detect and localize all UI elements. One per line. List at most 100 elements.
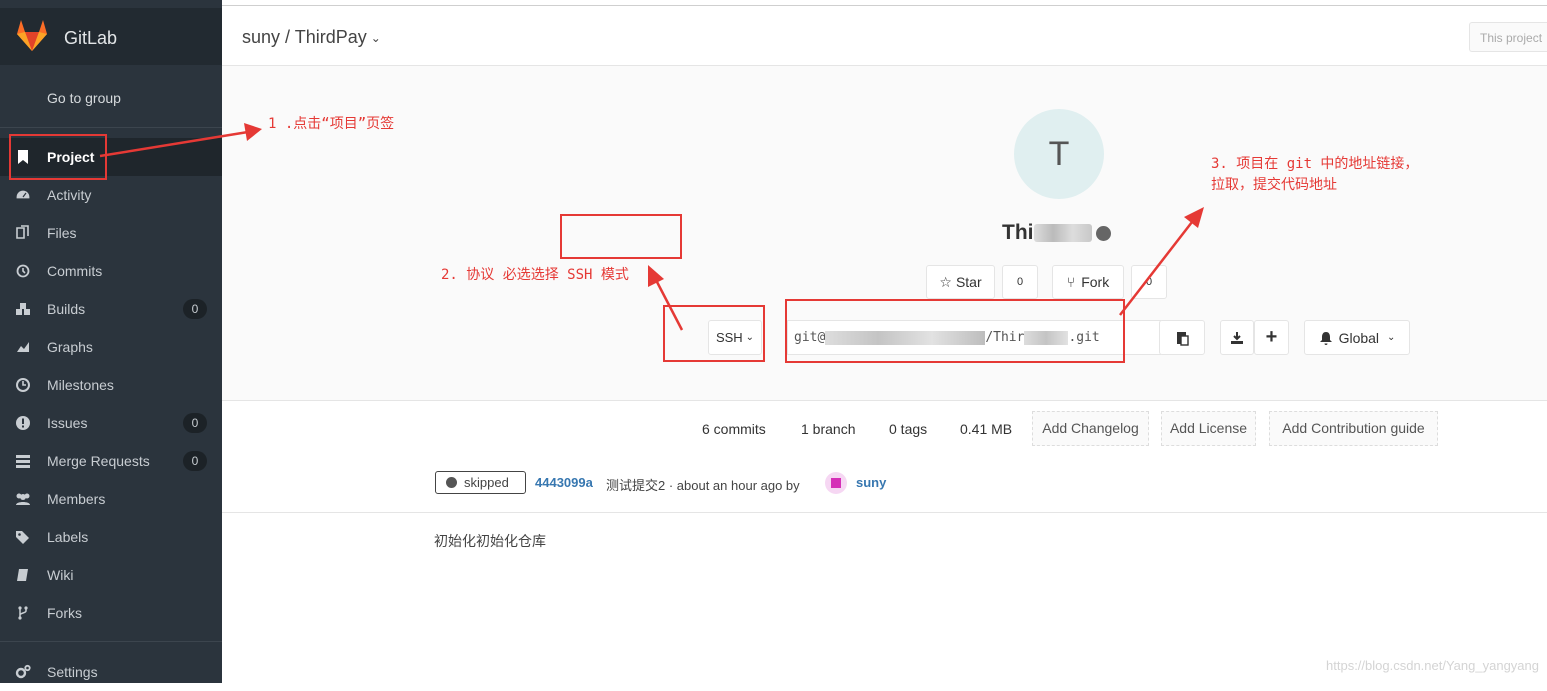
issues-count-badge: 0 xyxy=(183,413,207,433)
plus-icon: + xyxy=(1265,326,1278,348)
files-icon xyxy=(16,225,29,239)
code-fork-icon: ⑂ xyxy=(1066,274,1076,290)
tasks-icon xyxy=(16,455,30,468)
annotation-box-ssh xyxy=(663,305,765,362)
branch-count-link[interactable]: 1 branch xyxy=(801,421,855,437)
cubes-icon xyxy=(16,303,30,315)
chevron-down-icon: ⌄ xyxy=(370,31,381,46)
commit-message: 测试提交2 · about an hour ago by xyxy=(606,478,800,493)
go-to-group-link[interactable]: Go to group xyxy=(47,90,121,106)
readme-content: 初始化初始化仓库 xyxy=(434,533,546,549)
sidebar-item-label: Graphs xyxy=(47,339,93,355)
sidebar-item-label: Builds xyxy=(47,301,86,317)
gitlab-logo-icon xyxy=(17,20,47,51)
star-label: Star xyxy=(955,274,982,290)
sidebar-item-label: Merge Requests xyxy=(47,453,150,469)
redacted-blur xyxy=(1033,224,1092,243)
last-commit-row: skipped 4443099a 测试提交2 · about an hour a… xyxy=(222,456,1547,513)
breadcrumb[interactable]: suny / ThirdPay ⌄ xyxy=(242,27,381,48)
clock-icon xyxy=(16,378,30,392)
sidebar-item-settings[interactable]: Settings xyxy=(0,653,222,691)
author-link[interactable]: suny xyxy=(856,475,886,490)
star-button[interactable]: ☆ Star xyxy=(926,265,995,299)
fork-button[interactable]: ⑂ Fork xyxy=(1052,265,1124,299)
repo-size: 0.41 MB xyxy=(960,421,1013,437)
sidebar-item-label: Milestones xyxy=(47,377,114,393)
sidebar-item-forks[interactable]: Forks xyxy=(0,594,222,632)
bell-icon xyxy=(1319,331,1332,345)
notification-dropdown[interactable]: Global ⌄ xyxy=(1304,320,1410,355)
users-icon xyxy=(16,493,30,505)
clipboard-icon xyxy=(1177,331,1189,346)
sidebar-item-files[interactable]: Files xyxy=(0,214,222,252)
fork-count[interactable]: 0 xyxy=(1131,265,1167,299)
sidebar-item-merge-requests[interactable]: Merge Requests 0 xyxy=(0,442,222,480)
exclamation-circle-icon xyxy=(16,416,30,430)
annotation-step3-line2: 拉取，提交代码地址 xyxy=(1211,177,1337,193)
sidebar-item-issues[interactable]: Issues 0 xyxy=(0,404,222,442)
annotation-step1: 1 .点击“项目”页签 xyxy=(268,116,395,132)
sidebar-item-label: Forks xyxy=(47,605,82,621)
commit-sha-link[interactable]: 4443099a xyxy=(535,475,593,490)
copy-url-button[interactable] xyxy=(1159,320,1205,355)
dashboard-icon xyxy=(15,189,31,200)
fork-label: Fork xyxy=(1081,274,1110,290)
add-license-button[interactable]: Add License xyxy=(1161,411,1256,446)
app-name: GitLab xyxy=(64,28,118,48)
sidebar-item-label: Labels xyxy=(47,529,89,545)
ci-status-badge[interactable]: skipped xyxy=(435,471,526,494)
add-new-button[interactable]: + xyxy=(1254,320,1289,355)
sidebar-item-milestones[interactable]: Milestones xyxy=(0,366,222,404)
star-count[interactable]: 0 xyxy=(1002,265,1038,299)
chevron-down-icon: ⌄ xyxy=(1387,332,1396,343)
annotation-box-project xyxy=(9,134,107,180)
ci-status-label: skipped xyxy=(464,475,509,490)
tags-count-link[interactable]: 0 tags xyxy=(889,421,927,437)
project-avatar: T xyxy=(1014,109,1104,199)
add-contribution-guide-button[interactable]: Add Contribution guide xyxy=(1269,411,1438,446)
project-name: Thi xyxy=(1002,221,1034,244)
sidebar-item-label: Settings xyxy=(47,664,98,680)
star-icon: ☆ xyxy=(939,273,952,290)
notification-level: Global xyxy=(1338,329,1380,346)
annotation-box-empty xyxy=(560,214,682,259)
globe-icon xyxy=(1095,225,1111,241)
sidebar-item-builds[interactable]: Builds 0 xyxy=(0,290,222,328)
commits-count-link[interactable]: 6 commits xyxy=(702,421,766,437)
sidebar-item-activity[interactable]: Activity xyxy=(0,176,222,214)
tags-icon xyxy=(16,531,29,544)
sidebar-item-label: Files xyxy=(47,225,77,241)
sidebar-item-members[interactable]: Members xyxy=(0,480,222,518)
sidebar-item-label: Wiki xyxy=(47,567,74,583)
builds-count-badge: 0 xyxy=(183,299,207,319)
download-button[interactable] xyxy=(1220,320,1254,355)
sidebar-item-label: Issues xyxy=(47,415,88,431)
sidebar-item-graphs[interactable]: Graphs xyxy=(0,328,222,366)
cogs-icon xyxy=(15,664,31,679)
sidebar-item-labels[interactable]: Labels xyxy=(0,518,222,556)
code-fork-icon xyxy=(18,606,28,620)
sidebar-item-label: Commits xyxy=(47,263,103,279)
book-icon xyxy=(17,569,28,581)
sidebar-item-wiki[interactable]: Wiki xyxy=(0,556,222,594)
sidebar-divider xyxy=(0,127,222,128)
merge-requests-count-badge: 0 xyxy=(183,451,207,471)
annotation-step3-line1: 3. 项目在 git 中的地址链接， xyxy=(1211,156,1419,172)
breadcrumb-text: suny / ThirdPay xyxy=(242,27,367,47)
annotation-box-clone-url xyxy=(785,299,1125,363)
status-dot-icon xyxy=(446,477,457,488)
project-title: Thi xyxy=(1002,221,1111,245)
sidebar-item-label: Members xyxy=(47,491,106,507)
annotation-step2: 2. 协议 必选选择 SSH 模式 xyxy=(441,267,629,283)
area-chart-icon xyxy=(16,342,30,353)
project-stats-bar: 6 commits 1 branch 0 tags 0.41 MB Add Ch… xyxy=(222,401,1547,457)
brand-bar[interactable]: GitLab xyxy=(0,8,222,65)
watermark: https://blog.csdn.net/Yang_yangyang xyxy=(1326,658,1539,673)
header: suny / ThirdPay ⌄ This project xyxy=(222,6,1547,66)
history-icon xyxy=(16,264,30,278)
sidebar-divider xyxy=(0,641,222,642)
author-avatar[interactable] xyxy=(825,472,847,494)
add-changelog-button[interactable]: Add Changelog xyxy=(1032,411,1149,446)
search-input[interactable]: This project xyxy=(1469,22,1547,52)
sidebar-item-commits[interactable]: Commits xyxy=(0,252,222,290)
